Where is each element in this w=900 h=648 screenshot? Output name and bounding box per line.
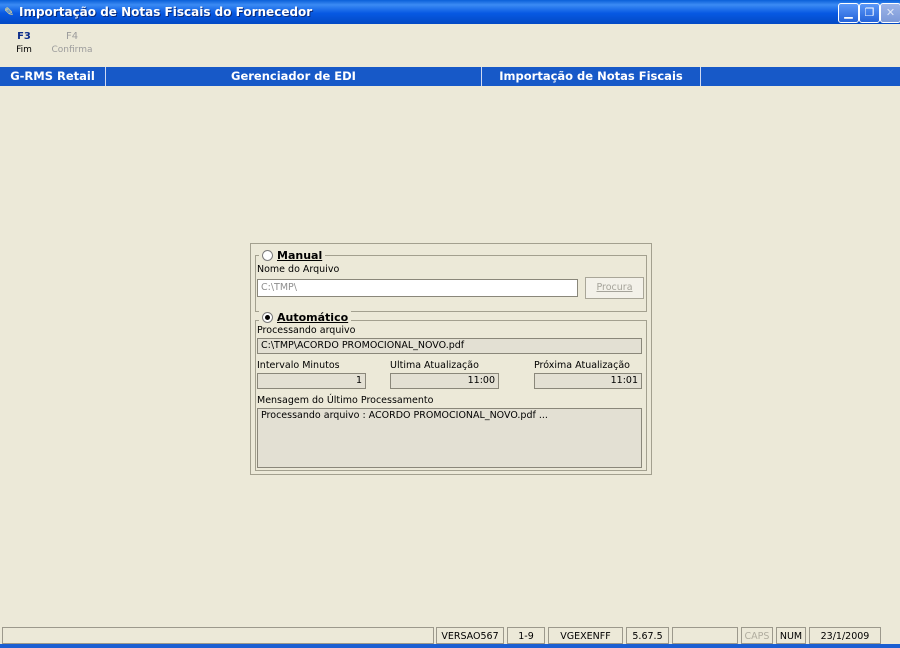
last-message-label: Mensagem do Último Processamento bbox=[257, 395, 434, 406]
header-band: G-RMS Retail Gerenciador de EDI Importaç… bbox=[0, 67, 900, 86]
close-icon[interactable]: ✕ bbox=[880, 3, 900, 23]
status-message-pane bbox=[2, 627, 434, 644]
last-message-textarea: Processando arquivo : ACORDO PROMOCIONAL… bbox=[257, 408, 642, 468]
status-page: 1-9 bbox=[507, 627, 545, 644]
status-program: VGEXENFF bbox=[548, 627, 623, 644]
minimize-icon[interactable]: ▁ bbox=[838, 3, 859, 23]
file-name-input[interactable]: C:\TMP\ bbox=[257, 279, 578, 297]
status-num: NUM bbox=[776, 627, 806, 644]
f4-action-label: Confirma bbox=[51, 45, 93, 55]
window-bottom-border bbox=[0, 644, 900, 648]
processing-file-field: C:\TMP\ACORDO PROMOCIONAL_NOVO.pdf bbox=[257, 338, 642, 354]
status-version: VERSAO567 bbox=[436, 627, 504, 644]
header-module: Gerenciador de EDI bbox=[106, 67, 482, 86]
restore-icon[interactable]: ❐ bbox=[859, 3, 880, 23]
header-system: G-RMS Retail bbox=[0, 67, 106, 86]
status-empty-pane bbox=[672, 627, 738, 644]
window-title: Importação de Notas Fiscais do Fornecedo… bbox=[19, 5, 313, 19]
manual-option-label: Manual bbox=[277, 249, 323, 262]
status-build: 5.67.5 bbox=[626, 627, 669, 644]
next-update-label: Próxima Atualização bbox=[534, 360, 630, 371]
manual-radio[interactable] bbox=[262, 249, 273, 261]
f3-key-label: F3 bbox=[17, 31, 31, 42]
f4-confirma-button: F4 Confirma bbox=[50, 31, 94, 55]
automatic-radio[interactable] bbox=[262, 311, 273, 323]
interval-label: Intervalo Minutos bbox=[257, 360, 340, 371]
file-name-label: Nome do Arquivo bbox=[257, 264, 340, 275]
automatic-option[interactable]: Automático bbox=[259, 311, 352, 324]
next-update-field: 11:01 bbox=[534, 373, 642, 389]
last-update-field: 11:00 bbox=[390, 373, 499, 389]
import-panel: Manual Nome do Arquivo C:\TMP\ Procura A… bbox=[250, 243, 652, 475]
status-caps: CAPS bbox=[741, 627, 773, 644]
status-date: 23/1/2009 bbox=[809, 627, 881, 644]
f4-key-label: F4 bbox=[65, 31, 79, 42]
f3-action-label: Fim bbox=[16, 45, 32, 55]
last-update-label: Ultima Atualização bbox=[390, 360, 479, 371]
header-screen: Importação de Notas Fiscais bbox=[482, 67, 701, 86]
manual-option[interactable]: Manual bbox=[259, 249, 326, 262]
browse-button: Procura bbox=[585, 277, 644, 299]
title-bar[interactable]: ✎ Importação de Notas Fiscais do Fornece… bbox=[0, 0, 900, 24]
f3-fim-button[interactable]: F3 Fim bbox=[2, 31, 46, 55]
app-icon: ✎ bbox=[4, 5, 15, 19]
browse-button-label: Procura bbox=[596, 282, 633, 293]
automatic-option-label: Automático bbox=[277, 311, 349, 324]
interval-field: 1 bbox=[257, 373, 366, 389]
processing-file-label: Processando arquivo bbox=[257, 325, 356, 336]
